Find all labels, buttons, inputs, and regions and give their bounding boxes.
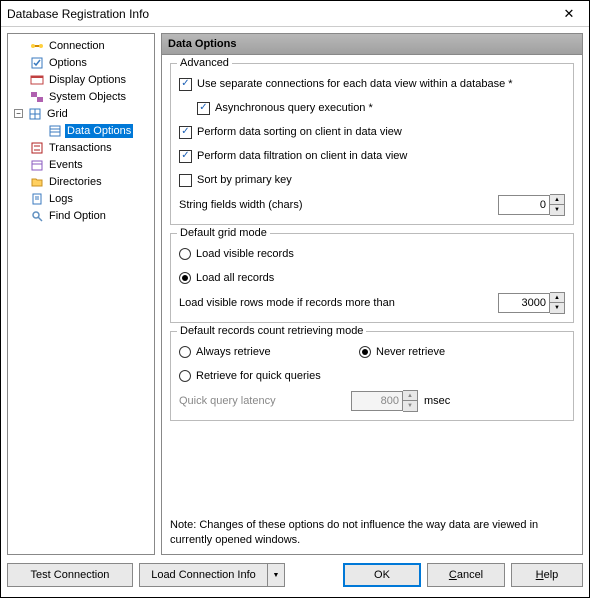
find-icon	[30, 209, 44, 223]
tree-item-find-option[interactable]: Find Option	[10, 207, 152, 224]
panel-body: Advanced ✓Use separate connections for e…	[161, 55, 583, 555]
options-icon	[30, 56, 44, 70]
chevron-down-icon: ▼	[273, 572, 280, 579]
main-panel: Data Options Advanced ✓Use separate conn…	[161, 33, 583, 555]
window-title: Database Registration Info	[7, 7, 555, 21]
tree-item-display-options[interactable]: Display Options	[10, 71, 152, 88]
spinner-down-icon[interactable]: ▼	[550, 303, 564, 313]
radio-icon	[179, 346, 191, 358]
titlebar: Database Registration Info ✕	[1, 1, 589, 27]
group-retrieve: Default records count retrieving mode Al…	[170, 331, 574, 421]
radio-retrieve-quick[interactable]: Retrieve for quick queries	[179, 366, 565, 386]
panel-header: Data Options	[161, 33, 583, 55]
transactions-icon	[30, 141, 44, 155]
latency-unit: msec	[424, 395, 450, 407]
group-title-retrieve: Default records count retrieving mode	[177, 325, 366, 337]
dialog-window: Database Registration Info ✕ Connection …	[0, 0, 590, 598]
directories-icon	[30, 175, 44, 189]
checkbox-icon: ✓	[179, 126, 192, 139]
tree-item-logs[interactable]: Logs	[10, 190, 152, 207]
string-width-label: String fields width (chars)	[179, 199, 303, 211]
rows-more-row: Load visible rows mode if records more t…	[179, 292, 565, 314]
system-objects-icon	[30, 90, 44, 104]
rows-more-input[interactable]	[498, 293, 550, 313]
tree-item-system-objects[interactable]: System Objects	[10, 88, 152, 105]
collapse-icon[interactable]: −	[14, 109, 23, 118]
check-sort-pk[interactable]: Sort by primary key	[179, 170, 565, 190]
tree-item-transactions[interactable]: Transactions	[10, 139, 152, 156]
checkbox-icon	[179, 174, 192, 187]
checkbox-icon: ✓	[179, 150, 192, 163]
close-button[interactable]: ✕	[555, 4, 583, 24]
content-area: Connection Options Display Options Syste…	[1, 27, 589, 555]
help-button[interactable]: Help	[511, 563, 583, 587]
radio-icon	[359, 346, 371, 358]
check-perform-sort[interactable]: ✓Perform data sorting on client in data …	[179, 122, 565, 142]
group-default-grid: Default grid mode Load visible records L…	[170, 233, 574, 323]
latency-input	[351, 391, 403, 411]
connection-icon	[30, 39, 44, 53]
checkbox-icon: ✓	[197, 102, 210, 115]
radio-load-all[interactable]: Load all records	[179, 268, 565, 288]
rows-more-spinner[interactable]: ▲▼	[498, 292, 565, 314]
check-separate-connections[interactable]: ✓Use separate connections for each data …	[179, 74, 565, 94]
group-title-advanced: Advanced	[177, 57, 232, 69]
radio-load-visible[interactable]: Load visible records	[179, 244, 565, 264]
button-bar: Test Connection Load Connection Info ▼ O…	[1, 555, 589, 597]
group-advanced: Advanced ✓Use separate connections for e…	[170, 63, 574, 225]
tree-item-grid[interactable]: −Grid	[10, 105, 152, 122]
spinner-up-icon[interactable]: ▲	[550, 195, 564, 205]
group-title-grid: Default grid mode	[177, 227, 270, 239]
latency-spinner: ▲▼	[351, 390, 418, 412]
latency-row: Quick query latency ▲▼ msec	[179, 390, 565, 412]
spinner-up-icon[interactable]: ▲	[550, 293, 564, 303]
data-options-icon	[48, 124, 62, 138]
string-width-input[interactable]	[498, 195, 550, 215]
latency-label: Quick query latency	[179, 395, 351, 407]
radio-icon	[179, 272, 191, 284]
events-icon	[30, 158, 44, 172]
cancel-button[interactable]: Cancel	[427, 563, 505, 587]
spinner-down-icon: ▼	[403, 401, 417, 411]
tree-item-directories[interactable]: Directories	[10, 173, 152, 190]
checkbox-icon: ✓	[179, 78, 192, 91]
load-connection-dropdown[interactable]: ▼	[267, 563, 285, 587]
nav-tree[interactable]: Connection Options Display Options Syste…	[7, 33, 155, 555]
retrieve-row-1: Always retrieve Never retrieve	[179, 342, 565, 362]
radio-icon	[179, 370, 191, 382]
spinner-down-icon[interactable]: ▼	[550, 205, 564, 215]
tree-item-connection[interactable]: Connection	[10, 37, 152, 54]
logs-icon	[30, 192, 44, 206]
check-perform-filter[interactable]: ✓Perform data filtration on client in da…	[179, 146, 565, 166]
spinner-up-icon: ▲	[403, 391, 417, 401]
radio-icon	[179, 248, 191, 260]
rows-more-label: Load visible rows mode if records more t…	[179, 297, 395, 309]
string-width-row: String fields width (chars) ▲▼	[179, 194, 565, 216]
note-text: Note: Changes of these options do not in…	[170, 514, 574, 550]
radio-never-retrieve[interactable]: Never retrieve	[359, 346, 445, 358]
check-async-query[interactable]: ✓Asynchronous query execution *	[197, 98, 565, 118]
test-connection-button[interactable]: Test Connection	[7, 563, 133, 587]
tree-item-data-options[interactable]: Data Options	[10, 122, 152, 139]
ok-button[interactable]: OK	[343, 563, 421, 587]
string-width-spinner[interactable]: ▲▼	[498, 194, 565, 216]
tree-item-events[interactable]: Events	[10, 156, 152, 173]
load-connection-button[interactable]: Load Connection Info	[139, 563, 267, 587]
grid-icon	[28, 107, 42, 121]
display-options-icon	[30, 73, 44, 87]
load-connection-split: Load Connection Info ▼	[139, 563, 285, 587]
radio-always-retrieve[interactable]: Always retrieve	[179, 346, 359, 358]
tree-item-options[interactable]: Options	[10, 54, 152, 71]
